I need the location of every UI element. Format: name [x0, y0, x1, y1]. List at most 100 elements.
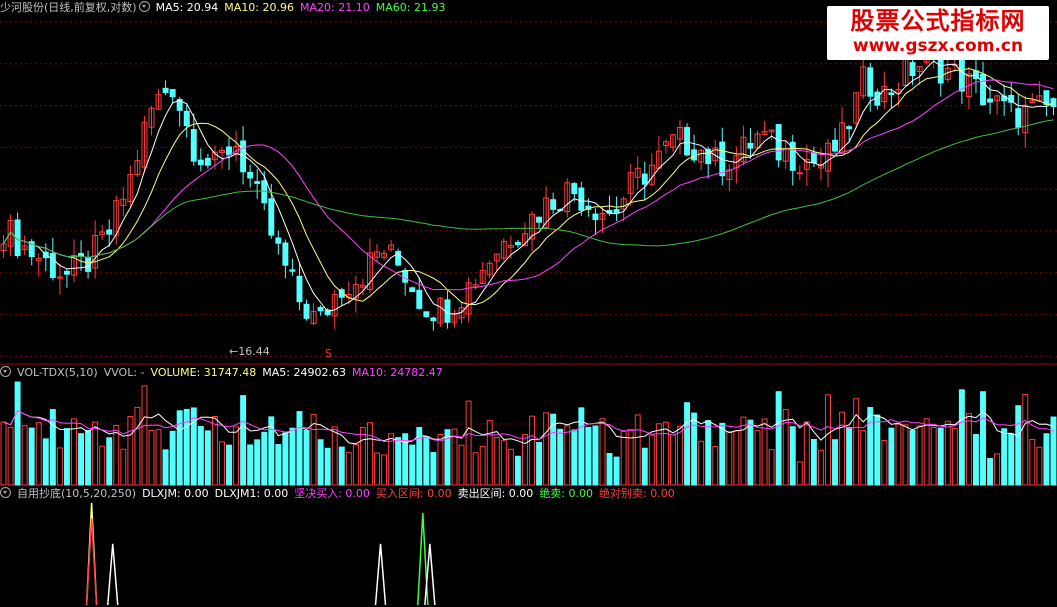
main_header-item: MA60: 21.93 — [375, 1, 446, 14]
volume-bar — [698, 440, 705, 486]
volume-bar — [458, 444, 465, 486]
volume-bar — [669, 434, 676, 486]
candle-body — [980, 73, 986, 106]
volume-bar — [655, 423, 662, 486]
volume-bar — [141, 385, 148, 486]
volume-bar — [261, 431, 268, 486]
volume-bar — [1050, 416, 1057, 486]
volume-bar — [507, 448, 514, 486]
candle-body — [832, 139, 838, 152]
volume-bar — [803, 421, 810, 486]
volume-bar — [1022, 394, 1029, 486]
volume-bar — [662, 421, 669, 486]
candle-body — [775, 124, 782, 161]
volume-bar — [1008, 433, 1015, 486]
volume-bar — [599, 418, 606, 486]
volume-bar — [169, 430, 176, 486]
volume-bar — [557, 428, 564, 486]
candle-body — [416, 289, 423, 309]
candle-body — [592, 213, 599, 221]
candle-body — [402, 269, 409, 283]
main_header-item: MA10: 20.96 — [224, 1, 295, 14]
main-title: 少河股份(日线,前复权,对数) — [0, 1, 137, 14]
candle-body — [867, 67, 874, 97]
volume-bar — [472, 452, 479, 486]
volume-bar — [352, 444, 359, 486]
candle-body — [169, 89, 176, 98]
volume-bar — [21, 425, 28, 486]
volume-bar — [338, 446, 345, 486]
volume-bar — [219, 441, 225, 486]
volume-bar — [99, 445, 106, 486]
volume-bar — [211, 416, 218, 486]
volume-bar — [529, 415, 535, 486]
dropdown-icon[interactable] — [0, 366, 11, 377]
low-price-label: ←16.44 — [229, 345, 270, 358]
candle-body — [190, 129, 197, 162]
candle-body — [987, 98, 994, 103]
volume-bar — [613, 456, 620, 486]
volume-bar — [317, 439, 324, 486]
volume-bar — [366, 422, 373, 486]
candle-body — [162, 87, 169, 93]
volume-bar — [839, 411, 846, 486]
volume-bar — [42, 438, 49, 486]
stock-chart[interactable] — [0, 0, 1057, 607]
volume-bar — [853, 398, 860, 486]
volume-bar — [930, 426, 937, 486]
volume-bar — [754, 430, 761, 486]
vol_header-item: VVOL: - — [103, 366, 145, 379]
volume-bar — [761, 418, 768, 486]
volume-bar — [1043, 433, 1050, 486]
candle-body — [197, 159, 204, 166]
volume-bar — [1001, 428, 1008, 486]
candle-body — [282, 242, 289, 266]
candle-body — [846, 126, 853, 130]
volume-bar — [162, 449, 169, 486]
candle-body — [571, 183, 578, 195]
candle-body — [49, 253, 56, 279]
volume-bar — [331, 426, 338, 486]
indicator-title: 自用抄底(10,5,20,250) — [17, 487, 137, 500]
main_header-item: MA20: 21.10 — [300, 1, 370, 14]
volume-bar — [944, 420, 951, 486]
candle-body — [303, 303, 310, 319]
ind_header-item: 绝对别卖: 0.00 — [599, 487, 675, 500]
signal-spike — [374, 543, 387, 606]
volume-bar — [592, 425, 599, 486]
volume-bar — [374, 452, 380, 486]
volume-bar — [536, 442, 543, 486]
volume-bar — [726, 431, 733, 486]
volume-bar — [514, 455, 521, 486]
volume-bar — [867, 407, 874, 486]
volume-bar — [733, 430, 740, 486]
dropdown-icon[interactable] — [138, 1, 150, 12]
volume-bar — [747, 419, 754, 486]
volume-bar — [684, 402, 691, 486]
volume-bar — [409, 444, 416, 486]
volume-bar — [888, 427, 895, 486]
volume-bar — [92, 421, 99, 486]
volume-bar — [254, 439, 261, 486]
volume-bar — [846, 427, 853, 486]
volume-bar — [233, 426, 240, 486]
volume-bar — [705, 420, 712, 486]
candle-body — [106, 229, 113, 235]
candle-body — [550, 199, 557, 210]
candle-body — [684, 127, 691, 156]
volume-bar — [881, 439, 888, 486]
volume-bar — [958, 389, 965, 486]
volume-bar — [197, 425, 204, 486]
vol_header-item: MA10: 24782.47 — [351, 366, 443, 379]
dropdown-icon[interactable] — [0, 487, 11, 498]
volume-bar — [564, 425, 571, 486]
volume-bar — [923, 418, 930, 486]
volume-bar — [106, 437, 113, 486]
volume-bar — [972, 434, 979, 486]
volume-bar — [113, 424, 120, 486]
volume-bar — [987, 458, 994, 486]
volume-bar — [359, 427, 366, 486]
candle-body — [183, 110, 190, 127]
vol_header-item: VOLUME: 31747.48 — [150, 366, 257, 379]
volume-bar — [35, 422, 42, 486]
